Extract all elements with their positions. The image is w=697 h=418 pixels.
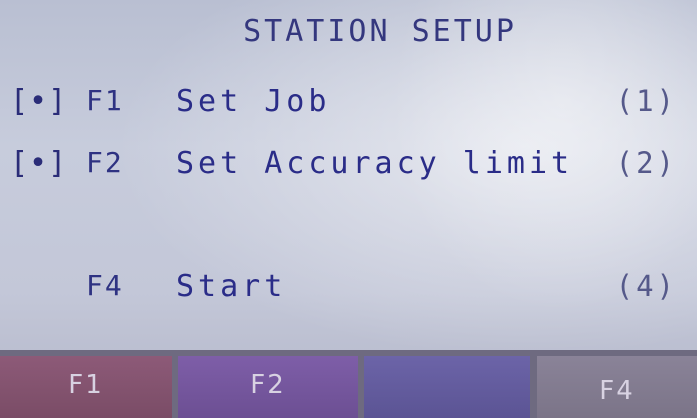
menu-item-number: (2) (615, 146, 677, 180)
instrument-screen: STATION SETUP [•] F1 Set Job (1) [•] F2 … (0, 0, 697, 418)
softkey-f2[interactable]: F2 (178, 356, 358, 418)
menu-item-label: Set Job (176, 84, 331, 119)
softkey-f3[interactable] (364, 356, 530, 418)
function-key-label: F4 (86, 269, 124, 302)
selection-marker: [•] (10, 146, 68, 181)
function-key-label: F2 (86, 146, 124, 179)
softkey-f1[interactable]: F1 (0, 356, 172, 418)
screen-title: STATION SETUP (243, 14, 517, 49)
menu-item-set-job[interactable]: [•] F1 Set Job (1) (0, 84, 697, 128)
selection-marker: [•] (10, 84, 68, 119)
menu-item-number: (4) (615, 269, 677, 303)
softkey-bar: F1 F2 F4 (0, 350, 697, 418)
menu-item-number: (1) (615, 84, 677, 118)
menu-item-set-accuracy-limit[interactable]: [•] F2 Set Accuracy limit (2) (0, 146, 697, 190)
function-key-label: F1 (86, 84, 124, 117)
menu-item-label: Set Accuracy limit (176, 146, 574, 181)
menu-item-label: Start (176, 269, 287, 304)
menu-item-start[interactable]: F4 Start (4) (0, 269, 697, 313)
softkey-f4[interactable]: F4 (537, 356, 697, 418)
